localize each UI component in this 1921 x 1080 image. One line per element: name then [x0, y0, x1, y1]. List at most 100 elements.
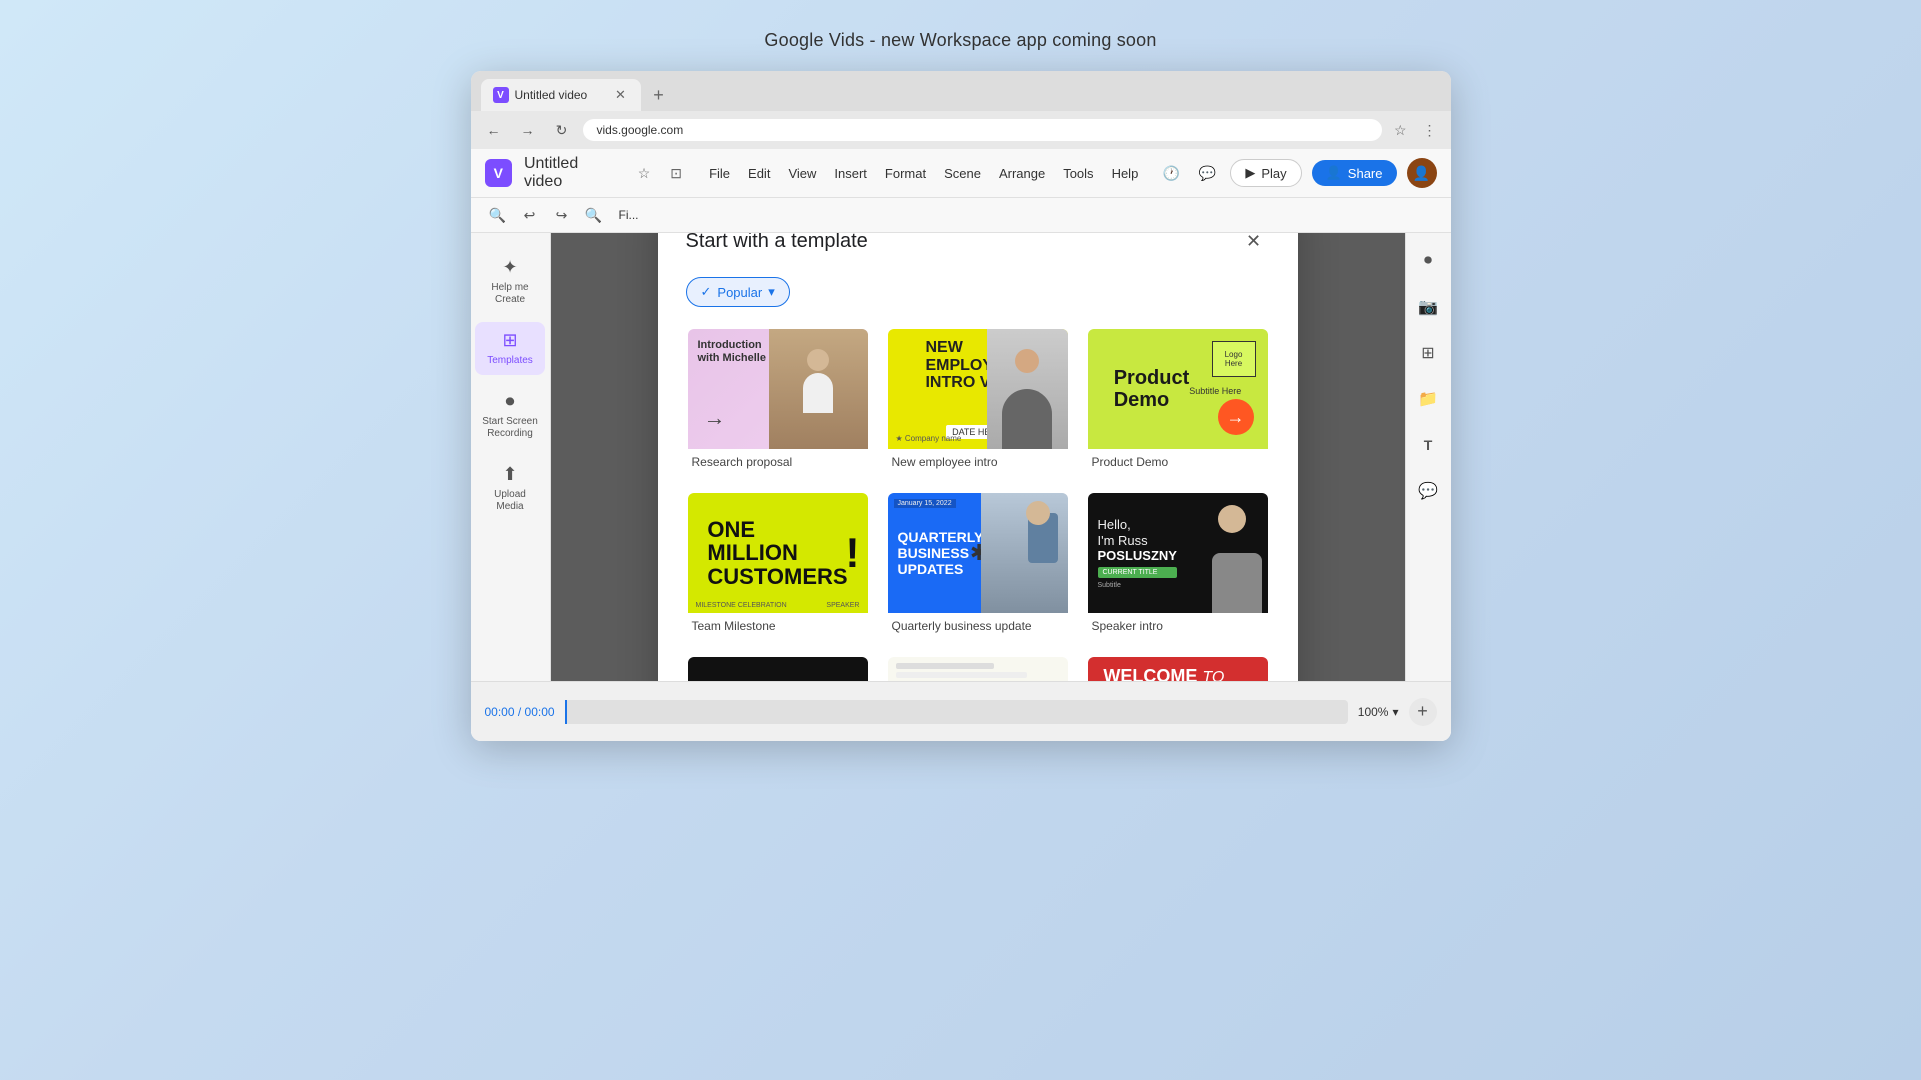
app-toolbar: V Untitled video ☆ ⊡ File Edit View Inse…	[471, 149, 1451, 198]
secondary-toolbar: 🔍 ↩ ↪ 🔍 Fi...	[471, 198, 1451, 233]
zoom-control: 100% ▾	[1358, 705, 1399, 719]
zoom-chevron[interactable]: ▾	[1392, 705, 1398, 719]
template-thumbnail-employee: NEWEMPLOYEEINTRO VIDEO DATE HERE ★ Compa…	[888, 329, 1068, 449]
chip-chevron: ▾	[768, 284, 775, 300]
play-button[interactable]: ▶ Play	[1230, 159, 1301, 187]
refresh-button[interactable]: ↻	[549, 117, 575, 143]
popular-filter-chip[interactable]: ✓ Popular ▾	[686, 277, 790, 307]
sidebar-item-templates[interactable]: ⊞ Templates	[475, 322, 545, 375]
template-grid: Introduction with Michelle →	[686, 327, 1270, 681]
main-area: ✦ Help me Create ⊞ Templates ⏺ Start Scr…	[471, 233, 1451, 681]
format-label: Fi...	[619, 208, 639, 222]
new-tab-button[interactable]: +	[645, 81, 673, 109]
filter-row: ✓ Popular ▾	[686, 277, 1270, 307]
bookmark-button[interactable]: ☆	[1390, 118, 1411, 143]
template-item-product-demo[interactable]: ProductDemo Subtitle Here LogoHere → Pro…	[1086, 327, 1270, 475]
menu-tools[interactable]: Tools	[1055, 162, 1101, 185]
template-item-research-proposal[interactable]: Introduction with Michelle →	[686, 327, 870, 475]
time-separator: /	[518, 705, 525, 719]
menu-view[interactable]: View	[780, 162, 824, 185]
right-icon-camera[interactable]: 📷	[1412, 291, 1444, 323]
speaker-subtitle: Subtitle	[1098, 582, 1177, 589]
menu-bar: File Edit View Insert Format Scene Arran…	[701, 162, 1146, 185]
sidebar-label-templates: Templates	[487, 355, 533, 367]
star-button[interactable]: ☆	[631, 160, 657, 186]
modal-overlay: Start with a template ✕ ✓ Popular ▾	[551, 233, 1405, 681]
intro-person-image	[769, 329, 868, 449]
bottom-bar: 00:00 / 00:00 100% ▾ +	[471, 681, 1451, 741]
sidebar-item-screen-recording[interactable]: ⏺ Start Screen Recording	[475, 383, 545, 448]
record-icon: ⏺	[506, 391, 515, 412]
browser-menu-button[interactable]: ⋮	[1419, 118, 1441, 143]
timeline-track[interactable]	[565, 700, 1348, 724]
milestone-text: ONEMILLIONCUSTOMERS	[707, 518, 847, 587]
undo-button[interactable]: ↩	[517, 202, 543, 228]
browser-tab[interactable]: V Untitled video ✕	[481, 79, 641, 111]
template-item-logo-redesign[interactable]: Logo Redesign & Visual Identity	[686, 655, 870, 681]
tab-title: Untitled video	[515, 88, 607, 102]
share-button[interactable]: 👤 Share	[1312, 160, 1397, 186]
sidebar-item-upload-media[interactable]: ⬆ Upload Media	[475, 456, 545, 521]
address-field[interactable]: vids.google.com	[583, 119, 1382, 141]
menu-file[interactable]: File	[701, 162, 738, 185]
template-item-qa[interactable]: Q&A Q&A	[886, 655, 1070, 681]
template-item-company-welcome[interactable]: WELCOME to COMPANY NAME Subtitle or logo…	[1086, 655, 1270, 681]
quarterly-title: QuarterlyBusinessUpdates	[898, 529, 977, 577]
redo-button[interactable]: ↪	[549, 202, 575, 228]
sparkle-icon: ✦	[502, 257, 517, 278]
template-thumbnail-welcome: WELCOME to COMPANY NAME Subtitle or logo…	[1088, 657, 1268, 681]
forward-button[interactable]: →	[515, 117, 541, 143]
menu-insert[interactable]: Insert	[826, 162, 875, 185]
menu-edit[interactable]: Edit	[740, 162, 778, 185]
menu-scene[interactable]: Scene	[936, 162, 989, 185]
milestone-speaker: SPEAKER	[826, 602, 859, 609]
sidebar-label-screen-recording: Start Screen Recording	[481, 416, 539, 440]
template-item-new-employee[interactable]: NEWEMPLOYEEINTRO VIDEO DATE HERE ★ Compa…	[886, 327, 1070, 475]
sidebar-item-help-me-create[interactable]: ✦ Help me Create	[475, 249, 545, 314]
menu-format[interactable]: Format	[877, 162, 934, 185]
drive-button[interactable]: ⊡	[663, 160, 689, 186]
zoom-out-button[interactable]: 🔍	[581, 202, 607, 228]
speaker-left: Hello,I'm Russ Posluszny CURRENT TITLE S…	[1088, 507, 1187, 599]
menu-arrange[interactable]: Arrange	[991, 162, 1053, 185]
template-item-speaker-intro[interactable]: Hello,I'm Russ Posluszny CURRENT TITLE S…	[1086, 491, 1270, 639]
right-icon-record[interactable]: ⏺	[1412, 245, 1444, 277]
welcome-text: WELCOME to COMPANY NAME	[1103, 667, 1251, 681]
speaker-name: Posluszny	[1098, 548, 1177, 563]
template-label-speaker-intro: Speaker intro	[1088, 613, 1268, 637]
right-icon-folder[interactable]: 📁	[1412, 383, 1444, 415]
template-item-team-milestone[interactable]: ONEMILLIONCUSTOMERS ! MILESTONE CELEBRAT…	[686, 491, 870, 639]
user-avatar[interactable]: 👤	[1407, 158, 1437, 188]
template-label-team-milestone: Team Milestone	[688, 613, 868, 637]
template-thumbnail-logo-redesign: Logo Redesign & Visual Identity	[688, 657, 868, 681]
sidebar-label-upload-media: Upload Media	[481, 489, 539, 513]
right-icon-layout[interactable]: ⊞	[1412, 337, 1444, 369]
speaker-badge: CURRENT TITLE	[1098, 567, 1177, 578]
intro-title-text: Introduction with Michelle	[698, 339, 766, 365]
quarterly-date: January 15, 2022	[894, 499, 956, 508]
product-subtitle: Subtitle Here	[1189, 386, 1241, 396]
employee-company: ★ Company name	[896, 434, 962, 443]
templates-icon: ⊞	[502, 330, 517, 351]
menu-help[interactable]: Help	[1104, 162, 1147, 185]
history-button[interactable]: 🕐	[1158, 160, 1184, 186]
template-thumbnail-speaker: Hello,I'm Russ Posluszny CURRENT TITLE S…	[1088, 493, 1268, 613]
current-time: 00:00	[485, 705, 515, 719]
sidebar-label-help-me-create: Help me Create	[481, 282, 539, 306]
right-icon-text[interactable]: T	[1412, 429, 1444, 461]
tab-close-button[interactable]: ✕	[613, 87, 629, 103]
template-label-new-employee: New employee intro	[888, 449, 1068, 473]
template-item-quarterly-update[interactable]: January 15, 2022 QuarterlyBusinessUpdate…	[886, 491, 1070, 639]
upload-icon: ⬆	[502, 464, 517, 485]
chip-label: Popular	[717, 285, 762, 300]
comments-button[interactable]: 💬	[1194, 160, 1220, 186]
modal-close-button[interactable]: ✕	[1238, 233, 1270, 257]
search-tool-button[interactable]: 🔍	[485, 202, 511, 228]
add-scene-button[interactable]: +	[1409, 698, 1437, 726]
app-title: Untitled video	[524, 155, 619, 191]
template-thumbnail-milestone: ONEMILLIONCUSTOMERS ! MILESTONE CELEBRAT…	[688, 493, 868, 613]
browser-window: V Untitled video ✕ + ← → ↻ vids.google.c…	[471, 71, 1451, 741]
right-icon-chat[interactable]: 💬	[1412, 475, 1444, 507]
back-button[interactable]: ←	[481, 117, 507, 143]
tab-favicon: V	[493, 87, 509, 103]
